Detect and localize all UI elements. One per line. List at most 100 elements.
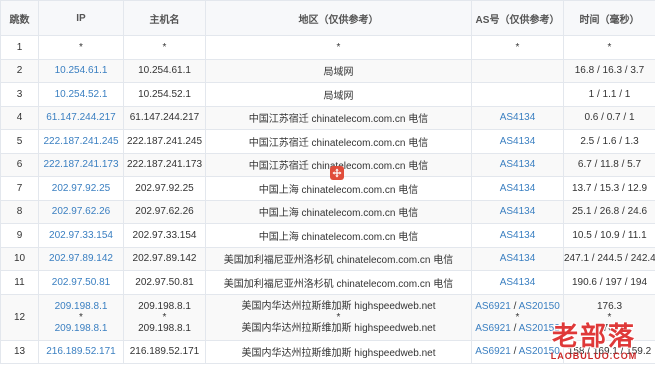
as-cell: AS6921 / AS20150 <box>471 339 564 364</box>
ip-cell: 209.198.8.1 * 209.198.8.1 <box>38 293 124 341</box>
host-star: * <box>162 311 167 323</box>
location-cell: * <box>205 35 472 60</box>
host-cell: 216.189.52.171 <box>123 339 206 364</box>
as-cell: AS4134 <box>471 223 564 248</box>
location-cell: 美国加利福尼亚州洛杉矶 chinatelecom.com.cn 电信 <box>205 270 472 295</box>
as-separator: / <box>513 322 517 334</box>
as-link[interactable]: AS4134 <box>500 159 536 170</box>
ip-cell: 202.97.50.81 <box>38 270 124 295</box>
table-row: 10 202.97.89.142 202.97.89.142 美国加利福尼亚州洛杉矶 … <box>0 246 655 271</box>
ip-link[interactable]: 202.97.33.154 <box>49 230 113 241</box>
ip-cell: 202.97.89.142 <box>38 246 124 271</box>
as-cell: AS6921 / AS20150 * AS6921 / AS20150 <box>471 293 564 341</box>
location-cell: 中国上海 chinatelecom.com.cn 电信 <box>205 199 472 224</box>
ip-link[interactable]: 10.254.61.1 <box>55 65 108 76</box>
as-separator: / <box>513 300 517 312</box>
as-link[interactable]: AS4134 <box>500 112 536 123</box>
as-link[interactable]: AS20150 <box>519 346 560 357</box>
as-cell: AS4134 <box>471 105 564 130</box>
hop-cell: 8 <box>0 199 39 224</box>
ip-link[interactable]: 61.147.244.217 <box>46 112 116 123</box>
header-ip: IP <box>38 0 124 36</box>
as-cell: AS4134 <box>471 176 564 201</box>
host-cell: 202.97.33.154 <box>123 223 206 248</box>
ip-cell: 202.97.62.26 <box>38 199 124 224</box>
header-hop: 跳数 <box>0 0 39 36</box>
time-cell: 16.8 / 16.3 / 3.7 <box>563 58 655 83</box>
time-cell: 247.1 / 244.5 / 242.4 <box>563 246 655 271</box>
hop-cell: 2 <box>0 58 39 83</box>
as-cell: AS4134 <box>471 152 564 177</box>
time-text: 176.3 <box>596 322 623 334</box>
ip-star: * <box>79 311 83 323</box>
as-cell <box>471 58 564 83</box>
ip-link[interactable]: 209.198.8.1 <box>55 300 108 313</box>
header-host: 主机名 <box>123 0 206 36</box>
location-star: * <box>336 311 341 323</box>
host-text: 209.198.8.1 <box>138 322 191 334</box>
ip-cell: 10.254.52.1 <box>38 82 124 107</box>
time-cell: 176.3 * 176.3 <box>563 293 655 341</box>
as-link[interactable]: AS6921 <box>475 323 511 334</box>
as-link[interactable]: AS20150 <box>519 323 560 334</box>
ip-link[interactable]: 202.97.62.26 <box>52 206 110 217</box>
table-row: 4 61.147.244.217 61.147.244.217 中国江苏宿迁 chin… <box>0 105 655 130</box>
ip-link[interactable]: 202.97.92.25 <box>52 183 110 194</box>
ip-cell: 10.254.61.1 <box>38 58 124 83</box>
host-cell: 10.254.52.1 <box>123 82 206 107</box>
as-link[interactable]: AS4134 <box>500 230 536 241</box>
ip-link[interactable]: 222.187.241.245 <box>43 136 118 147</box>
as-link[interactable]: AS20150 <box>519 301 560 312</box>
hop-cell: 4 <box>0 105 39 130</box>
as-link[interactable]: AS4134 <box>500 253 536 264</box>
table-row: 6 222.187.241.173 222.187.241.173 中国江苏宿迁 ch… <box>0 152 655 177</box>
time-cell: 0.6 / 0.7 / 1 <box>563 105 655 130</box>
as-cell: AS4134 <box>471 199 564 224</box>
location-cell: 局域网 <box>205 58 472 83</box>
time-star: * <box>607 311 612 323</box>
as-link[interactable]: AS4134 <box>500 183 536 194</box>
as-cell: AS4134 <box>471 129 564 154</box>
time-cell: 158 / 169.1 / 159.2 <box>563 339 655 364</box>
ip-link[interactable]: 10.254.52.1 <box>55 89 108 100</box>
as-link[interactable]: AS4134 <box>500 136 536 147</box>
ip-link[interactable]: 222.187.241.173 <box>43 159 118 170</box>
as-link[interactable]: AS4134 <box>500 206 536 217</box>
header-time: 时间（毫秒） <box>563 0 655 36</box>
time-cell: 6.7 / 11.8 / 5.7 <box>563 152 655 177</box>
time-cell: * <box>563 35 655 60</box>
ip-cell: 202.97.92.25 <box>38 176 124 201</box>
host-cell: 222.187.241.173 <box>123 152 206 177</box>
as-link[interactable]: AS4134 <box>500 277 536 288</box>
host-cell: 202.97.92.25 <box>123 176 206 201</box>
time-cell: 25.1 / 26.8 / 24.6 <box>563 199 655 224</box>
time-cell: 13.7 / 15.3 / 12.9 <box>563 176 655 201</box>
location-cell: 中国江苏宿迁 chinatelecom.com.cn 电信 <box>205 129 472 154</box>
hop-cell: 1 <box>0 35 39 60</box>
time-text: 176.3 <box>596 300 623 312</box>
ip-link[interactable]: 202.97.89.142 <box>49 253 113 264</box>
location-cell: 中国江苏宿迁 chinatelecom.com.cn 电信 <box>205 105 472 130</box>
ip-link[interactable]: 202.97.50.81 <box>52 277 110 288</box>
time-cell: 2.5 / 1.6 / 1.3 <box>563 129 655 154</box>
table-row: 12 209.198.8.1 * 209.198.8.1 209.198.8.1… <box>0 293 655 341</box>
as-cell: AS4134 <box>471 270 564 295</box>
location-text: 美国内华达州拉斯维加斯 highspeedweb.net <box>241 300 436 312</box>
location-text: 美国内华达州拉斯维加斯 highspeedweb.net <box>241 322 436 334</box>
ip-link[interactable]: 209.198.8.1 <box>55 322 108 335</box>
host-cell: 202.97.62.26 <box>123 199 206 224</box>
hop-cell: 3 <box>0 82 39 107</box>
move-arrows-icon[interactable] <box>330 166 344 180</box>
move-arrows-icon-glyph <box>332 168 342 178</box>
hop-cell: 9 <box>0 223 39 248</box>
table-row: 2 10.254.61.1 10.254.61.1 局域网 16.8 / 16.3 / … <box>0 58 655 83</box>
as-link[interactable]: AS6921 <box>475 346 511 357</box>
table-row: 3 10.254.52.1 10.254.52.1 局域网 1 / 1.1 / 1 <box>0 82 655 107</box>
hop-cell: 6 <box>0 152 39 177</box>
hop-cell: 7 <box>0 176 39 201</box>
table-row: 11 202.97.50.81 202.97.50.81 美国加利福尼亚州洛杉矶 ch… <box>0 270 655 295</box>
as-link[interactable]: AS6921 <box>475 301 511 312</box>
as-separator: / <box>513 346 517 358</box>
ip-link[interactable]: 216.189.52.171 <box>46 346 116 357</box>
ip-cell: 202.97.33.154 <box>38 223 124 248</box>
